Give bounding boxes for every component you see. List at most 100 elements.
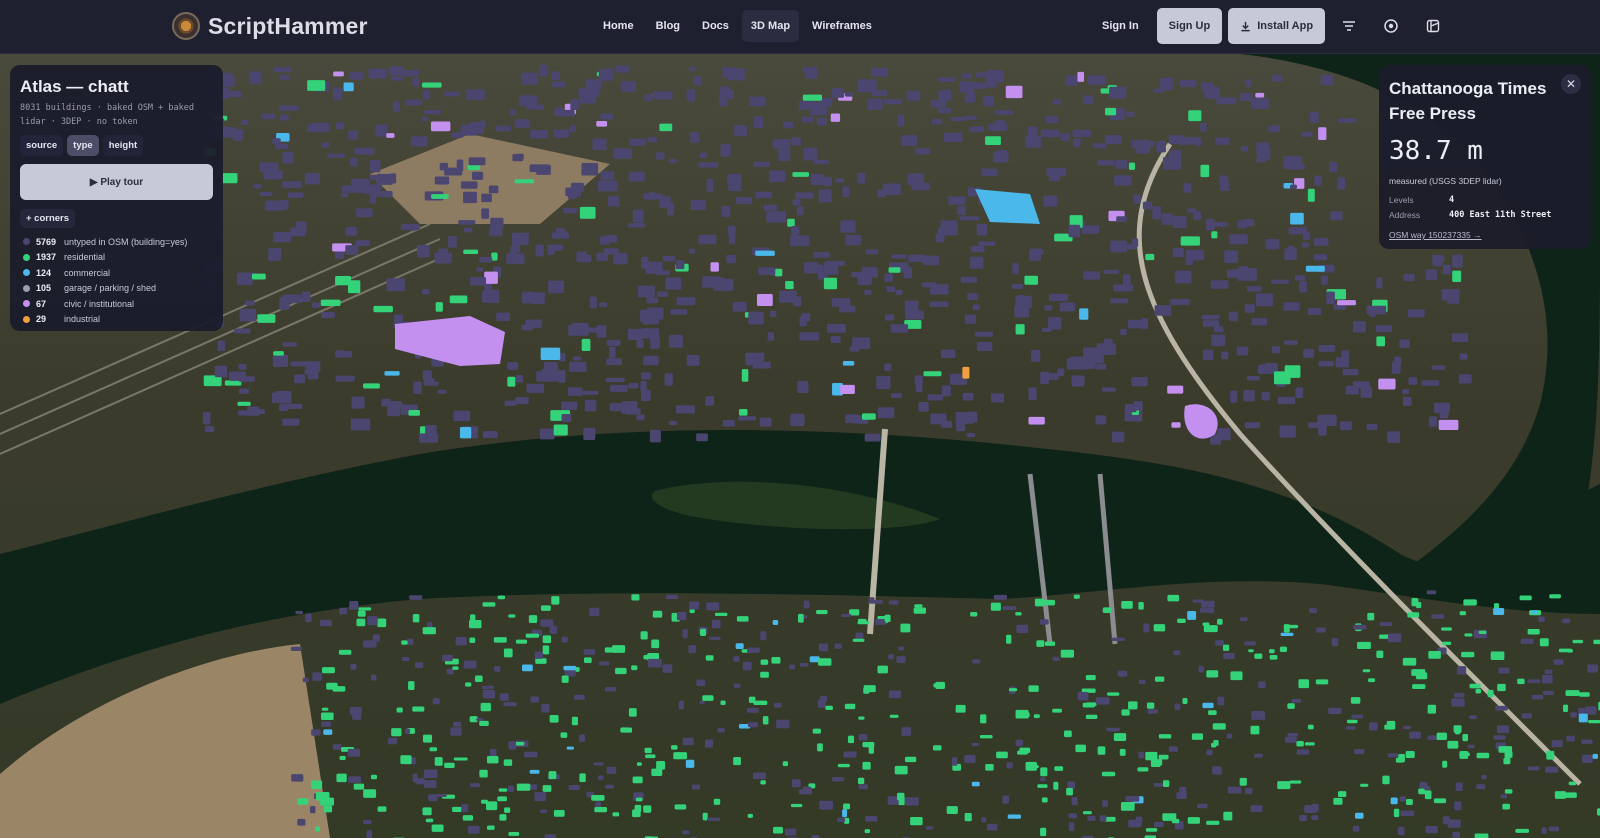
- building-footprint[interactable]: [686, 354, 700, 366]
- building-footprint[interactable]: [1314, 175, 1322, 186]
- building-footprint[interactable]: [673, 752, 688, 760]
- building-footprint[interactable]: [1011, 283, 1023, 289]
- building-footprint[interactable]: [541, 368, 559, 382]
- building-footprint[interactable]: [515, 639, 528, 644]
- building-footprint[interactable]: [773, 826, 783, 834]
- building-footprint[interactable]: [1539, 638, 1549, 647]
- building-footprint[interactable]: [991, 393, 1005, 403]
- building-footprint[interactable]: [1461, 651, 1475, 658]
- building-footprint[interactable]: [1498, 667, 1510, 674]
- building-footprint[interactable]: [769, 170, 786, 183]
- building-footprint[interactable]: [310, 780, 323, 789]
- building-footprint[interactable]: [1206, 218, 1215, 231]
- building-footprint[interactable]: [898, 646, 905, 651]
- building-footprint[interactable]: [813, 252, 830, 258]
- building-footprint[interactable]: [869, 599, 883, 604]
- building-footprint[interactable]: [817, 699, 826, 708]
- building-footprint[interactable]: [647, 136, 657, 143]
- building-footprint[interactable]: [852, 638, 865, 642]
- building-footprint[interactable]: [350, 418, 371, 431]
- building-footprint[interactable]: [1362, 669, 1371, 673]
- building-footprint[interactable]: [940, 220, 958, 229]
- building-footprint[interactable]: [1060, 649, 1075, 658]
- building-footprint[interactable]: [771, 656, 781, 664]
- building-footprint[interactable]: [1212, 766, 1222, 775]
- building-footprint[interactable]: [350, 664, 357, 670]
- building-footprint[interactable]: [249, 71, 262, 85]
- building-footprint[interactable]: [224, 380, 242, 386]
- building-footprint[interactable]: [476, 717, 484, 722]
- building-footprint[interactable]: [870, 67, 888, 77]
- building-footprint[interactable]: [482, 689, 496, 699]
- building-footprint[interactable]: [1403, 273, 1415, 282]
- building-footprint[interactable]: [408, 681, 415, 691]
- building-footprint[interactable]: [675, 260, 685, 270]
- building-footprint[interactable]: [1375, 325, 1393, 333]
- osm-way-link[interactable]: OSM way 150237335 →: [1389, 230, 1581, 240]
- building-footprint[interactable]: [891, 254, 907, 259]
- building-footprint[interactable]: [970, 246, 985, 253]
- building-footprint[interactable]: [370, 774, 377, 780]
- building-footprint[interactable]: [1167, 385, 1184, 394]
- building-footprint[interactable]: [481, 685, 495, 690]
- building-footprint[interactable]: [969, 126, 984, 133]
- building-footprint[interactable]: [1168, 746, 1179, 752]
- building-footprint[interactable]: [816, 609, 828, 615]
- building-footprint[interactable]: [843, 751, 857, 758]
- building-footprint[interactable]: [1215, 640, 1224, 646]
- building-footprint[interactable]: [1579, 692, 1590, 697]
- building-footprint[interactable]: [279, 105, 299, 111]
- building-footprint[interactable]: [1261, 391, 1270, 401]
- building-footprint[interactable]: [1086, 702, 1097, 707]
- building-footprint[interactable]: [877, 407, 895, 419]
- building-footprint[interactable]: [540, 347, 561, 361]
- building-footprint[interactable]: [1083, 271, 1101, 280]
- building-footprint[interactable]: [1096, 343, 1116, 355]
- building-footprint[interactable]: [1558, 648, 1572, 653]
- building-footprint[interactable]: [688, 248, 696, 254]
- building-footprint[interactable]: [628, 171, 645, 182]
- building-footprint[interactable]: [1402, 657, 1417, 666]
- building-footprint[interactable]: [273, 351, 284, 356]
- building-footprint[interactable]: [827, 324, 846, 333]
- building-footprint[interactable]: [689, 66, 696, 71]
- building-footprint[interactable]: [1041, 797, 1048, 803]
- building-footprint[interactable]: [972, 659, 981, 664]
- building-footprint[interactable]: [1387, 431, 1401, 444]
- building-footprint[interactable]: [722, 419, 735, 427]
- building-footprint[interactable]: [1138, 679, 1146, 685]
- building-footprint[interactable]: [1502, 803, 1511, 810]
- building-footprint[interactable]: [1043, 599, 1055, 606]
- building-footprint[interactable]: [843, 803, 851, 810]
- building-footprint[interactable]: [1549, 594, 1561, 599]
- building-footprint[interactable]: [904, 797, 919, 806]
- building-footprint[interactable]: [497, 796, 507, 802]
- building-footprint[interactable]: [1171, 422, 1181, 428]
- building-footprint[interactable]: [818, 658, 832, 666]
- building-footprint[interactable]: [530, 696, 540, 703]
- building-footprint[interactable]: [534, 651, 543, 659]
- building-footprint[interactable]: [862, 413, 876, 420]
- building-footprint[interactable]: [282, 342, 297, 347]
- building-footprint[interactable]: [345, 245, 359, 255]
- building-footprint[interactable]: [717, 728, 725, 733]
- building-footprint[interactable]: [1128, 162, 1136, 170]
- building-footprint[interactable]: [576, 251, 587, 262]
- building-footprint[interactable]: [467, 825, 480, 834]
- building-footprint[interactable]: [1368, 678, 1376, 683]
- building-footprint[interactable]: [458, 220, 476, 225]
- building-footprint[interactable]: [1220, 181, 1230, 191]
- building-footprint[interactable]: [858, 716, 865, 720]
- building-footprint[interactable]: [965, 115, 977, 120]
- building-footprint[interactable]: [862, 741, 875, 748]
- building-footprint[interactable]: [412, 706, 425, 712]
- building-footprint[interactable]: [1307, 188, 1315, 202]
- building-footprint[interactable]: [1033, 714, 1040, 719]
- building-footprint[interactable]: [605, 784, 615, 789]
- building-footprint[interactable]: [1206, 820, 1220, 825]
- corners-button[interactable]: + corners: [20, 209, 76, 228]
- building-footprint[interactable]: [1315, 679, 1329, 685]
- building-footprint[interactable]: [755, 191, 773, 199]
- building-footprint[interactable]: [981, 817, 987, 823]
- building-footprint[interactable]: [1454, 727, 1461, 735]
